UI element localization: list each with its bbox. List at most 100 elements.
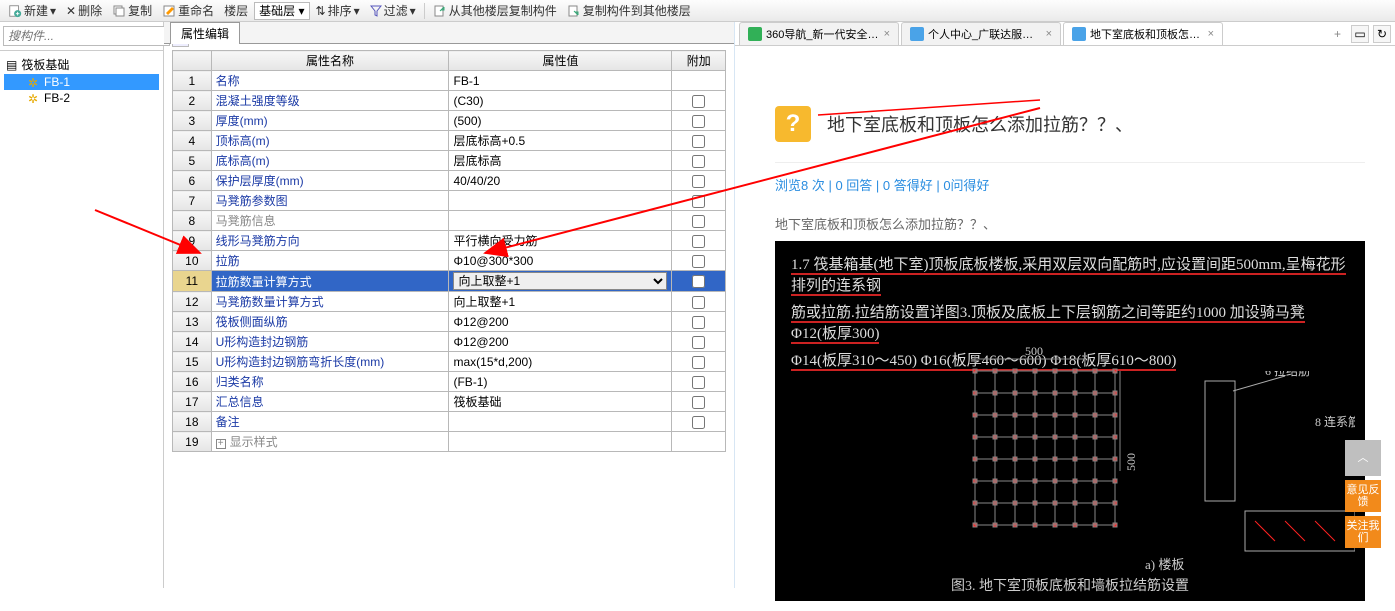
- question-icon: ?: [775, 106, 811, 142]
- attr-value-cell[interactable]: 层底标高: [449, 151, 672, 171]
- expand-icon[interactable]: +: [216, 439, 226, 449]
- grid-row[interactable]: 13筏板侧面纵筋Φ12@200: [173, 312, 726, 332]
- attach-checkbox[interactable]: [692, 175, 705, 188]
- attr-name-cell: 筏板侧面纵筋: [211, 312, 449, 332]
- attach-checkbox[interactable]: [692, 155, 705, 168]
- attr-value-cell[interactable]: (500): [449, 111, 672, 131]
- attr-value-cell[interactable]: Φ12@200: [449, 332, 672, 352]
- attach-checkbox[interactable]: [692, 115, 705, 128]
- attr-value-cell[interactable]: FB-1: [449, 71, 672, 91]
- grid-row[interactable]: 4顶标高(m)层底标高+0.5: [173, 131, 726, 151]
- attr-value-cell[interactable]: 平行横向受力筋: [449, 231, 672, 251]
- attach-checkbox[interactable]: [692, 255, 705, 268]
- browser-tab[interactable]: 个人中心_广联达服务新×: [901, 22, 1061, 45]
- close-icon[interactable]: ×: [1046, 28, 1052, 40]
- component-tree: ▤ 筏板基础 ✲ FB-1 ✲ FB-2: [0, 51, 163, 110]
- follow-button[interactable]: 关注我们: [1345, 516, 1381, 548]
- search-input[interactable]: [3, 26, 170, 46]
- attr-name-cell: U形构造封边钢筋弯折长度(mm): [211, 352, 449, 372]
- grid-row[interactable]: 2混凝土强度等级(C30): [173, 91, 726, 111]
- tree-root[interactable]: ▤ 筏板基础: [4, 55, 159, 74]
- browser-tab[interactable]: 地下室底板和顶板怎么添×: [1063, 22, 1223, 45]
- attr-value-cell[interactable]: (FB-1): [449, 372, 672, 392]
- attach-checkbox[interactable]: [692, 336, 705, 349]
- attach-checkbox[interactable]: [692, 235, 705, 248]
- row-number: 12: [173, 292, 212, 312]
- feedback-button[interactable]: 意见反馈: [1345, 480, 1381, 512]
- close-icon[interactable]: ×: [1208, 28, 1214, 40]
- attr-value-cell[interactable]: 层底标高+0.5: [449, 131, 672, 151]
- svg-text:500: 500: [1124, 453, 1138, 471]
- sort-button[interactable]: ⇅ 排序 ▾: [312, 1, 364, 20]
- attach-checkbox[interactable]: [692, 416, 705, 429]
- attr-value-cell[interactable]: [449, 412, 672, 432]
- attach-cell: [672, 251, 726, 271]
- grid-row[interactable]: 5底标高(m)层底标高: [173, 151, 726, 171]
- tab-attr-edit[interactable]: 属性编辑: [170, 22, 240, 44]
- grid-row[interactable]: 9线形马凳筋方向平行横向受力筋: [173, 231, 726, 251]
- value-select[interactable]: 向上取整+1: [453, 272, 667, 290]
- grid-row[interactable]: 7马凳筋参数图: [173, 191, 726, 211]
- attach-checkbox[interactable]: [692, 376, 705, 389]
- filter-button[interactable]: 过滤 ▾: [366, 1, 420, 20]
- tree-item-fb2[interactable]: ✲ FB-2: [4, 90, 159, 106]
- attach-checkbox[interactable]: [692, 95, 705, 108]
- attach-checkbox[interactable]: [692, 195, 705, 208]
- attr-value-cell[interactable]: [449, 432, 672, 452]
- main-toolbar: 新建 ▾ ✕ 删除 复制 重命名 楼层 基础层 ▾ ⇅ 排序 ▾ 过滤 ▾ 从其…: [0, 0, 1395, 22]
- attr-value-cell[interactable]: [449, 211, 672, 231]
- attach-cell: [672, 372, 726, 392]
- tree-item-fb1[interactable]: ✲ FB-1: [4, 74, 159, 90]
- tabs-list-button[interactable]: ▭: [1351, 25, 1369, 43]
- grid-row[interactable]: 8马凳筋信息: [173, 211, 726, 231]
- grid-row[interactable]: 15U形构造封边钢筋弯折长度(mm)max(15*d,200): [173, 352, 726, 372]
- attach-checkbox[interactable]: [692, 296, 705, 309]
- row-number: 13: [173, 312, 212, 332]
- delete-button[interactable]: ✕ 删除: [62, 1, 106, 20]
- grid-row[interactable]: 17汇总信息筏板基础: [173, 392, 726, 412]
- new-tab-button[interactable]: +: [1328, 25, 1347, 43]
- layer-dropdown[interactable]: 基础层 ▾: [254, 2, 309, 20]
- grid-row[interactable]: 12马凳筋数量计算方式向上取整+1: [173, 292, 726, 312]
- attach-checkbox[interactable]: [692, 316, 705, 329]
- attach-cell: [672, 131, 726, 151]
- attr-value-cell[interactable]: Φ12@200: [449, 312, 672, 332]
- attach-checkbox[interactable]: [692, 215, 705, 228]
- grid-row[interactable]: 19+显示样式: [173, 432, 726, 452]
- row-number: 6: [173, 171, 212, 191]
- attr-value-cell[interactable]: (C30): [449, 91, 672, 111]
- grid-row[interactable]: 10拉筋Φ10@300*300: [173, 251, 726, 271]
- attr-value-cell[interactable]: 40/40/20: [449, 171, 672, 191]
- grid-row[interactable]: 6保护层厚度(mm)40/40/20: [173, 171, 726, 191]
- attr-value-cell[interactable]: 向上取整+1: [449, 271, 672, 292]
- attr-value-cell[interactable]: max(15*d,200): [449, 352, 672, 372]
- close-icon[interactable]: ×: [884, 28, 890, 40]
- attach-checkbox[interactable]: [692, 356, 705, 369]
- copy-from-button[interactable]: 从其他楼层复制构件: [429, 1, 561, 20]
- attach-checkbox[interactable]: [692, 275, 705, 288]
- grid-row[interactable]: 14U形构造封边钢筋Φ12@200: [173, 332, 726, 352]
- new-button[interactable]: 新建 ▾: [4, 1, 60, 20]
- floor-button[interactable]: 楼层: [220, 1, 252, 20]
- grid-row[interactable]: 1名称FB-1: [173, 71, 726, 91]
- copy-button[interactable]: 复制: [108, 1, 156, 20]
- svg-text:6 拉结筋: 6 拉结筋: [1265, 371, 1310, 378]
- copy-to-button[interactable]: 复制构件到其他楼层: [563, 1, 695, 20]
- back-to-top-button[interactable]: ︿: [1345, 440, 1381, 476]
- grid-row[interactable]: 16归类名称(FB-1): [173, 372, 726, 392]
- rename-button[interactable]: 重命名: [158, 1, 218, 20]
- grid-row[interactable]: 11拉筋数量计算方式向上取整+1: [173, 271, 726, 292]
- gear-icon: ✲: [28, 76, 40, 88]
- grid-row[interactable]: 18备注: [173, 412, 726, 432]
- grid-row[interactable]: 3厚度(mm)(500): [173, 111, 726, 131]
- attr-name-cell: 拉筋: [211, 251, 449, 271]
- attr-value-cell[interactable]: 向上取整+1: [449, 292, 672, 312]
- browser-tab[interactable]: 360导航_新一代安全上网×: [739, 22, 899, 45]
- attach-checkbox[interactable]: [692, 396, 705, 409]
- attr-value-cell[interactable]: [449, 191, 672, 211]
- attr-name-cell: 马凳筋参数图: [211, 191, 449, 211]
- attach-checkbox[interactable]: [692, 135, 705, 148]
- reload-button[interactable]: ↻: [1373, 25, 1391, 43]
- attr-value-cell[interactable]: 筏板基础: [449, 392, 672, 412]
- attr-value-cell[interactable]: Φ10@300*300: [449, 251, 672, 271]
